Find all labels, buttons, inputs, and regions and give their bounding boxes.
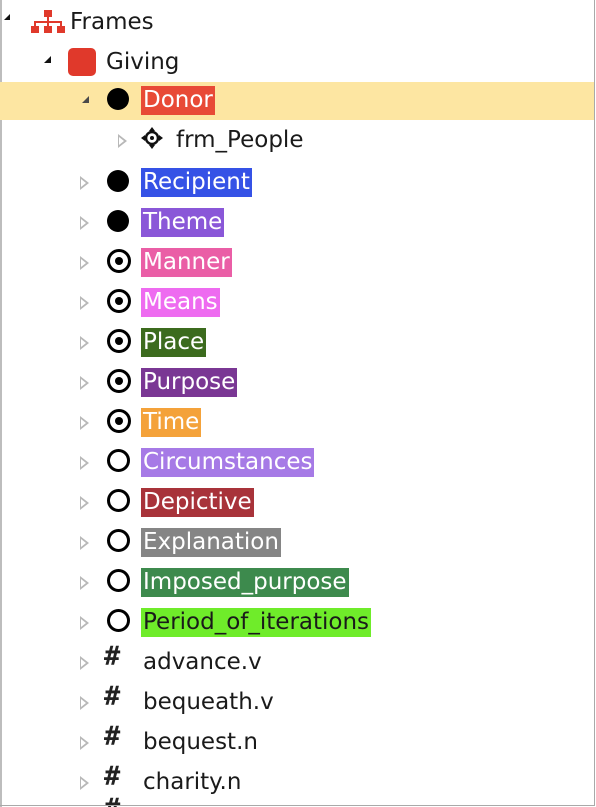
frame-square-icon [68,48,96,76]
expand-toggle-giving[interactable] [44,56,51,63]
frame-tree: Frames Giving Donor frm_People Recipient… [0,0,596,807]
expand-toggle-advance-v[interactable] [80,656,89,670]
tree-node-donor[interactable]: Donor [0,82,594,120]
expand-toggle-recipient[interactable] [80,176,89,190]
frame-element-label-recipient: Recipient [141,168,252,197]
core-element-filled-circle-icon [107,210,129,232]
hash-icon: # [104,721,121,752]
expand-toggle-place[interactable] [80,336,89,350]
lexical-unit-label-bequest-n: bequest.n [143,729,258,755]
tree-node-means[interactable]: Means [0,284,594,322]
expand-toggle-explanation[interactable] [80,536,89,550]
lexical-unit-label-bequeath-v: bequeath.v [143,689,274,715]
peripheral-element-target-icon [107,409,131,433]
expand-toggle-charity-n[interactable] [80,776,89,790]
tree-node-explanation[interactable]: Explanation [0,524,594,562]
tree-node-charity-n[interactable]: # charity.n [0,761,594,802]
tree-node-bequest-n[interactable]: # bequest.n [0,721,594,762]
expand-toggle-depictive[interactable] [80,496,89,510]
hash-icon: # [104,794,120,807]
frame-element-label-means: Means [141,288,220,317]
tree-node-manner[interactable]: Manner [0,244,594,282]
tree-node-depictive[interactable]: Depictive [0,484,594,522]
expand-toggle-frames[interactable] [4,14,10,20]
frame-element-label-theme: Theme [141,208,225,237]
peripheral-element-target-icon [107,369,131,393]
tree-node-period-of-iterations[interactable]: Period_of_iterations [0,604,594,642]
extrathematic-element-ring-icon [107,609,130,632]
expand-toggle-imposed-purpose[interactable] [80,576,89,590]
extrathematic-element-ring-icon [107,569,130,592]
core-element-filled-circle-icon [107,88,129,110]
tree-node-theme[interactable]: Theme [0,204,594,242]
expand-toggle-period-of-iterations[interactable] [80,616,89,630]
tree-node-imposed-purpose[interactable]: Imposed_purpose [0,564,594,602]
expand-toggle-bequest-n[interactable] [80,736,89,750]
tree-node-bequeath-v[interactable]: # bequeath.v [0,681,594,722]
frame-element-label-time: Time [141,408,202,437]
hash-icon: # [104,681,121,712]
extrathematic-element-ring-icon [107,529,130,552]
tree-node-giving[interactable]: Giving [0,44,594,82]
expand-toggle-means[interactable] [80,296,89,310]
expand-toggle-purpose[interactable] [80,376,89,390]
lexical-unit-label-charity-n: charity.n [143,769,242,795]
expand-toggle-theme[interactable] [80,216,89,230]
crosshair-icon [141,127,163,149]
expand-toggle-bequeath-v[interactable] [80,696,89,710]
core-element-filled-circle-icon [107,170,129,192]
expand-toggle-circumstances[interactable] [80,456,89,470]
frm-people-label: frm_People [176,127,304,153]
expand-toggle-donor[interactable] [82,96,89,103]
peripheral-element-target-icon [107,249,131,273]
expand-toggle-manner[interactable] [80,256,89,270]
peripheral-element-target-icon [107,329,131,353]
peripheral-element-target-icon [107,289,131,313]
frame-element-label-donor: Donor [141,86,215,115]
frames-label: Frames [70,9,154,35]
tree-node-partial: # [0,794,594,807]
frame-element-label-place: Place [141,328,207,357]
frame-element-label-manner: Manner [141,248,232,277]
hierarchy-icon [31,10,65,33]
tree-node-recipient[interactable]: Recipient [0,164,594,202]
frame-element-label-period-of-iterations: Period_of_iterations [141,608,372,637]
extrathematic-element-ring-icon [107,449,130,472]
frame-element-label-explanation: Explanation [141,528,281,557]
tree-node-frames[interactable]: Frames [0,4,594,42]
frame-element-label-purpose: Purpose [141,368,238,397]
giving-label: Giving [106,49,180,75]
frame-element-label-imposed-purpose: Imposed_purpose [141,568,349,597]
tree-node-purpose[interactable]: Purpose [0,364,594,402]
hash-icon: # [104,641,121,672]
lexical-unit-label-advance-v: advance.v [143,649,262,675]
tree-node-frm-people[interactable]: frm_People [0,122,594,160]
frame-element-label-depictive: Depictive [141,488,254,517]
expand-toggle-frm-people[interactable] [118,134,127,148]
hash-icon: # [104,761,121,792]
tree-node-advance-v[interactable]: # advance.v [0,641,594,682]
frame-element-label-circumstances: Circumstances [141,448,315,477]
tree-node-place[interactable]: Place [0,324,594,362]
extrathematic-element-ring-icon [107,489,130,512]
tree-node-time[interactable]: Time [0,404,594,442]
tree-node-circumstances[interactable]: Circumstances [0,444,594,482]
expand-toggle-time[interactable] [80,416,89,430]
